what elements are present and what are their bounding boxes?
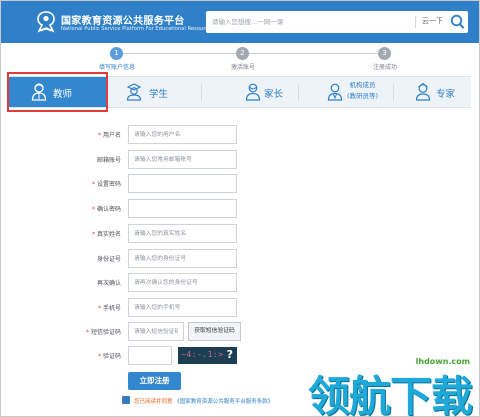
username-input[interactable] — [128, 125, 237, 144]
phone-row: * 手机号 — [0, 298, 480, 317]
step-1-label: 填写账户信息 — [98, 64, 136, 71]
agreement-prefix: 您已阅读并同意 — [134, 399, 173, 405]
phone-input[interactable] — [128, 298, 237, 317]
tab-parent-label: 家长 — [264, 89, 284, 100]
email-row: 邮箱账号 — [0, 150, 480, 169]
phone-label-text: 手机号 — [102, 305, 121, 312]
watermark-logo: 领航下载 — [307, 372, 473, 417]
confirm-password-label: * 确认密码 — [92, 204, 121, 213]
tab-institution-member-title: 机构成员 — [349, 81, 376, 89]
search-input[interactable]: 请输入您想搜...一网一课 — [212, 16, 283, 26]
step-1-circle: 1 — [110, 47, 123, 60]
required-mark: * — [91, 181, 95, 188]
tab-institution-member-sublabel: (教研员等) — [347, 92, 379, 100]
confirm-password-input[interactable] — [128, 199, 237, 218]
password-input[interactable] — [128, 174, 237, 193]
platform-title[interactable]: 国家教育资源公共服务平台 — [61, 12, 185, 27]
captcha-label-text: 验证码 — [102, 353, 121, 360]
step-2-label: 激活账号 — [230, 64, 256, 71]
confirm-id-input[interactable] — [128, 273, 237, 292]
parent-icon — [245, 83, 261, 101]
password-row: * 设置密码 — [0, 174, 480, 193]
student-icon — [126, 83, 142, 101]
required-mark: * — [97, 132, 101, 139]
tab-institution-member-label: 机构成员 (教研员等) — [347, 80, 378, 102]
confirm-id-label: 再次确认 — [96, 280, 121, 287]
captcha-text: ~4:-.1:> — [181, 350, 224, 359]
search-action-label[interactable]: 云一下 — [422, 16, 443, 26]
password-label-text: 设置密码 — [96, 181, 121, 188]
search-icon[interactable] — [450, 14, 465, 30]
tab-expert[interactable]: 专家 — [394, 77, 471, 107]
confirm-password-label-text: 确认密码 — [96, 206, 121, 213]
password-label: * 设置密码 — [92, 179, 121, 188]
required-mark: * — [97, 305, 101, 312]
tab-parent[interactable]: 家长 — [202, 77, 298, 107]
search-divider — [415, 16, 416, 28]
required-mark: * — [91, 231, 95, 238]
get-sms-code-button[interactable]: 获取短信验证码 — [188, 322, 241, 341]
id-number-label: 身份证号 — [96, 256, 121, 263]
search-box[interactable]: 请输入您想搜...一网一课 云一下 — [206, 11, 468, 33]
required-mark: * — [91, 206, 95, 213]
username-label: * 用户名 — [98, 130, 121, 139]
captcha-input[interactable] — [128, 346, 172, 365]
step-2-circle: 2 — [236, 47, 249, 60]
username-row: * 用户名 — [0, 125, 480, 144]
captcha-label: * 验证码 — [98, 351, 121, 360]
agreement-checkbox[interactable] — [122, 396, 130, 410]
real-name-row: * 真实姓名 — [0, 224, 480, 243]
register-button[interactable]: 立即注册 — [128, 372, 181, 390]
username-label-text: 用户名 — [102, 132, 121, 139]
required-mark: * — [85, 329, 89, 336]
step-3-label: 注册成功 — [372, 64, 398, 71]
institution-member-icon — [327, 83, 343, 101]
confirm-password-row: * 确认密码 — [0, 199, 480, 218]
captcha-image[interactable]: ~4:-.1:> ? — [178, 347, 237, 364]
tab-student[interactable]: 学生 — [106, 77, 201, 107]
sms-code-row: *短信验证码 获取短信验证码 — [0, 322, 480, 341]
agreement-text: 您已阅读并同意 《国家教育资源公共服务平台服务条款》 — [134, 397, 273, 405]
confirm-id-row: 再次确认 — [0, 273, 480, 292]
expert-icon — [415, 82, 431, 101]
tab-expert-label: 专家 — [436, 89, 456, 100]
site-header: 国家教育资源公共服务平台 National Public Service Pla… — [1, 1, 479, 43]
tab-institution-member[interactable]: 机构成员 (教研员等) — [299, 77, 393, 107]
platform-subtitle: National Public Service Platform For Edu… — [61, 26, 214, 32]
sms-code-label: * 短信验证码 — [86, 327, 121, 336]
id-number-row: 身份证号 — [0, 249, 480, 268]
platform-logo-icon — [37, 11, 55, 33]
sms-code-label-text: 短信验证码 — [90, 329, 121, 336]
step-3-circle: 3 — [378, 47, 391, 60]
steps-progress-line — [120, 53, 385, 54]
phone-label: * 手机号 — [98, 303, 121, 312]
real-name-label: * 真实姓名 — [92, 229, 121, 238]
required-mark: * — [97, 353, 101, 360]
terms-link[interactable]: 《国家教育资源公共服务平台服务条款》 — [174, 399, 273, 405]
tab-student-label: 学生 — [149, 89, 169, 100]
checkmark-icon — [123, 404, 129, 410]
captcha-refresh-icon[interactable]: ? — [227, 348, 233, 361]
email-label: 邮箱账号 — [96, 157, 121, 164]
sms-code-input[interactable] — [128, 322, 184, 341]
id-number-input[interactable] — [128, 249, 237, 268]
real-name-input[interactable] — [128, 224, 237, 243]
highlight-box — [7, 72, 108, 112]
email-input[interactable] — [128, 150, 237, 169]
real-name-label-text: 真实姓名 — [96, 231, 121, 238]
